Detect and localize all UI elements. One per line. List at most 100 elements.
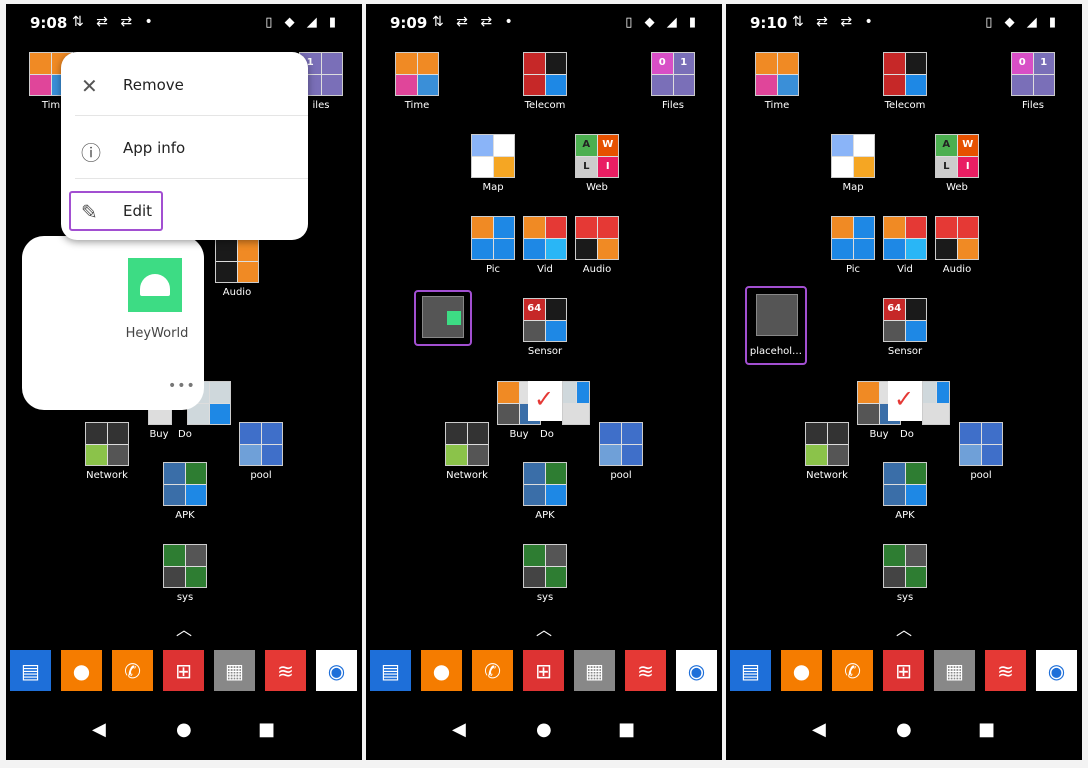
- app-pool[interactable]: pool: [226, 422, 296, 481]
- app-pool[interactable]: pool: [946, 422, 1016, 481]
- camera-icon[interactable]: ◉: [676, 650, 717, 691]
- apk-icon: [883, 462, 927, 506]
- app-pool[interactable]: pool: [586, 422, 656, 481]
- app-sensor[interactable]: 64 Sensor: [870, 298, 940, 357]
- time-icon: [395, 52, 439, 96]
- app-network[interactable]: Network: [432, 422, 502, 481]
- app-drawer-chevron-icon[interactable]: ︿: [536, 616, 552, 640]
- recorder-icon[interactable]: ≋: [265, 650, 306, 691]
- dashcam-icon[interactable]: ▦: [574, 650, 615, 691]
- phone-icon[interactable]: ✆: [832, 650, 873, 691]
- tools-folder-icon[interactable]: ⊞: [163, 650, 204, 691]
- recents-icon[interactable]: ■: [978, 719, 995, 740]
- web-icon: AWLI: [575, 134, 619, 178]
- app-network[interactable]: Network: [792, 422, 862, 481]
- pic-icon: [471, 216, 515, 260]
- status-right-icons: ▯ ◆ ◢ ▮: [625, 15, 700, 30]
- app-drawer-chevron-icon[interactable]: ︿: [176, 616, 192, 640]
- app-preview-card: HeyWorld •••: [22, 236, 204, 410]
- pool-icon: [599, 422, 643, 466]
- app-audio[interactable]: Audio: [922, 216, 992, 275]
- time-icon: [755, 52, 799, 96]
- app-telecom[interactable]: Telecom: [510, 52, 580, 111]
- phone-icon[interactable]: ✆: [472, 650, 513, 691]
- camera-icon[interactable]: ◉: [1036, 650, 1077, 691]
- home-icon[interactable]: ●: [896, 719, 912, 740]
- recorder-icon[interactable]: ≋: [625, 650, 666, 691]
- app-sensor[interactable]: 64 Sensor: [510, 298, 580, 357]
- navigation-bar: ◀ ● ■: [6, 719, 362, 749]
- menu-item-remove[interactable]: ✕ Remove: [61, 62, 308, 112]
- network-icon: [85, 422, 129, 466]
- recents-icon[interactable]: ■: [258, 719, 275, 740]
- apk-icon: [163, 462, 207, 506]
- app-files[interactable]: 01 Files: [998, 52, 1068, 111]
- clock: 9:08: [30, 14, 68, 32]
- map-icon: [471, 134, 515, 178]
- pool-icon: [959, 422, 1003, 466]
- app-sys[interactable]: sys: [510, 544, 580, 603]
- app-files[interactable]: 01 Files: [638, 52, 708, 111]
- home-icon[interactable]: ●: [536, 719, 552, 740]
- app-map[interactable]: Map: [818, 134, 888, 193]
- more-options-icon[interactable]: •••: [168, 378, 196, 394]
- tools-folder-icon[interactable]: ⊞: [883, 650, 924, 691]
- screen-2: 9:09 ⇅ ⇄ ⇄ • ▯ ◆ ◢ ▮ Time Telecom 01 Fil…: [366, 4, 722, 760]
- dock: ▤ ● ✆ ⊞ ▦ ≋ ◉: [10, 650, 360, 692]
- contacts-icon[interactable]: ●: [61, 650, 102, 691]
- messages-icon[interactable]: ▤: [730, 650, 771, 691]
- pic-icon: [831, 216, 875, 260]
- app-apk[interactable]: APK: [150, 462, 220, 521]
- contacts-icon[interactable]: ●: [421, 650, 462, 691]
- context-menu: ✕ Remove ⓘ App info ✎ Edit: [61, 52, 308, 240]
- dashcam-icon[interactable]: ▦: [934, 650, 975, 691]
- app-placeholder[interactable]: placehol…: [741, 342, 811, 357]
- app-map[interactable]: Map: [458, 134, 528, 193]
- recents-icon[interactable]: ■: [618, 719, 635, 740]
- status-icons: ⇅ ⇄ ⇄ •: [432, 14, 517, 30]
- back-icon[interactable]: ◀: [92, 719, 106, 740]
- app-name: HeyWorld: [125, 326, 189, 341]
- phone-icon[interactable]: ✆: [112, 650, 153, 691]
- navigation-bar: ◀ ● ■: [366, 719, 722, 749]
- sys-icon: [523, 544, 567, 588]
- app-apk[interactable]: APK: [870, 462, 940, 521]
- camera-icon[interactable]: ◉: [316, 650, 357, 691]
- back-icon[interactable]: ◀: [812, 719, 826, 740]
- messages-icon[interactable]: ▤: [370, 650, 411, 691]
- sys-icon: [163, 544, 207, 588]
- placeholder-icon: [756, 294, 798, 336]
- app-apk[interactable]: APK: [510, 462, 580, 521]
- app-telecom[interactable]: Telecom: [870, 52, 940, 111]
- audio-icon: [935, 216, 979, 260]
- audio-icon: [575, 216, 619, 260]
- sensor-icon: 64: [883, 298, 927, 342]
- home-icon[interactable]: ●: [176, 719, 192, 740]
- dashcam-icon[interactable]: ▦: [214, 650, 255, 691]
- menu-item-edit[interactable]: ✎ Edit: [61, 188, 308, 238]
- back-icon[interactable]: ◀: [452, 719, 466, 740]
- app-network[interactable]: Network: [72, 422, 142, 481]
- recorder-icon[interactable]: ≋: [985, 650, 1026, 691]
- telecom-icon: [523, 52, 567, 96]
- app-time[interactable]: Time: [742, 52, 812, 111]
- app-web[interactable]: AWLI Web: [562, 134, 632, 193]
- do-icon: [922, 381, 950, 425]
- tools-folder-icon[interactable]: ⊞: [523, 650, 564, 691]
- app-audio[interactable]: Audio: [202, 239, 272, 298]
- status-right-icons: ▯ ◆ ◢ ▮: [265, 15, 340, 30]
- messages-icon[interactable]: ▤: [10, 650, 51, 691]
- contacts-icon[interactable]: ●: [781, 650, 822, 691]
- new-app-placeholder-icon: [422, 296, 464, 338]
- sensor-icon: 64: [523, 298, 567, 342]
- android-app-icon[interactable]: [128, 258, 182, 312]
- app-audio[interactable]: Audio: [562, 216, 632, 275]
- app-drawer-chevron-icon[interactable]: ︿: [896, 616, 912, 640]
- app-sys[interactable]: sys: [870, 544, 940, 603]
- status-right-icons: ▯ ◆ ◢ ▮: [985, 15, 1060, 30]
- app-web[interactable]: AWLI Web: [922, 134, 992, 193]
- app-time[interactable]: Time: [382, 52, 452, 111]
- app-sys[interactable]: sys: [150, 544, 220, 603]
- menu-item-app-info[interactable]: ⓘ App info: [61, 125, 308, 175]
- screen-1: 9:08 ⇅ ⇄ ⇄ • ▯ ◆ ◢ ▮ Tim 1 iles Audio Bu…: [6, 4, 362, 760]
